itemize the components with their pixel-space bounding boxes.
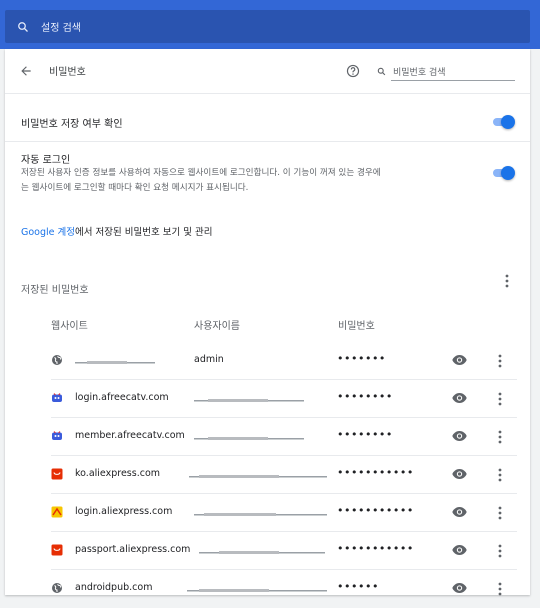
settings-search-input[interactable]: 설정 검색	[5, 10, 530, 43]
aliexpress-icon	[51, 468, 64, 481]
afreecatv-icon	[51, 392, 64, 405]
password-row: login.aliexpress.com •••••••••••	[51, 494, 517, 532]
eye-icon[interactable]	[452, 544, 468, 558]
redacted-username	[199, 547, 325, 554]
redacted-username	[189, 471, 327, 478]
redacted-username	[187, 585, 327, 592]
offer-to-save-row: 비밀번호 저장 여부 확인	[5, 93, 530, 141]
site-name: login.aliexpress.com	[75, 506, 173, 517]
column-header-username: 사용자이름	[194, 321, 240, 332]
globe-icon	[51, 582, 64, 595]
search-icon	[17, 20, 31, 34]
site-name: ko.aliexpress.com	[75, 468, 161, 479]
site-name: login.afreecatv.com	[75, 392, 169, 403]
auto-signin-label: 자동 로그인	[21, 155, 71, 166]
more-vert-icon[interactable]	[497, 391, 503, 407]
eye-icon[interactable]	[452, 468, 468, 482]
password-search-input[interactable]: 비밀번호 검색	[377, 62, 515, 81]
globe-icon	[51, 354, 64, 367]
eye-icon[interactable]	[452, 354, 468, 368]
redacted-username	[194, 509, 327, 516]
aliexpress-icon	[51, 544, 64, 557]
auto-signin-description-2: 는 웹사이트에 로그인할 때마다 확인 요청 메시지가 표시됩니다.	[21, 183, 249, 193]
password-value: ••••••••	[337, 428, 393, 441]
username: admin	[194, 354, 224, 365]
search-icon	[377, 67, 389, 76]
search-underline	[391, 80, 515, 81]
password-row: ko.aliexpress.com •••••••••••	[51, 456, 517, 494]
search-placeholder: 설정 검색	[41, 23, 81, 34]
password-row: androidpub.com ••••••	[51, 570, 517, 608]
auto-signin-description-1: 저장된 사용자 인증 정보를 사용하여 자동으로 웹사이트에 로그인합니다. 이…	[21, 168, 381, 178]
password-value: •••••••••••	[337, 466, 414, 479]
password-search-placeholder: 비밀번호 검색	[393, 67, 446, 78]
password-value: •••••••••••	[337, 504, 414, 517]
password-value: ••••••••	[337, 390, 393, 403]
password-row: passport.aliexpress.com •••••••••••	[51, 532, 517, 570]
offer-to-save-toggle[interactable]	[491, 115, 515, 129]
site-name: member.afreecatv.com	[75, 430, 185, 441]
top-bar: 설정 검색	[0, 0, 540, 49]
auto-signin-row: 자동 로그인 저장된 사용자 인증 정보를 사용하여 자동으로 웹사이트에 로그…	[5, 141, 530, 201]
page-title: 비밀번호	[49, 67, 86, 78]
auto-signin-toggle[interactable]	[491, 166, 515, 180]
google-account-text: 에서 저장된 비밀번호 보기 및 관리	[75, 227, 213, 238]
password-value: •••••••••••	[337, 542, 414, 555]
password-row: member.afreecatv.com ••••••••	[51, 418, 517, 456]
more-vert-icon[interactable]	[497, 429, 503, 445]
password-value: •••••••	[337, 352, 386, 365]
password-row: login.afreecatv.com ••••••••	[51, 380, 517, 418]
more-vert-icon[interactable]	[497, 467, 503, 483]
column-header-password: 비밀번호	[338, 321, 375, 332]
more-vert-icon[interactable]	[497, 505, 503, 521]
saved-passwords-heading: 저장된 비밀번호	[21, 285, 89, 296]
site-name: passport.aliexpress.com	[75, 544, 191, 555]
eye-icon[interactable]	[452, 506, 468, 520]
password-row: admin •••••••	[51, 342, 517, 380]
eye-icon[interactable]	[452, 392, 468, 406]
eye-icon[interactable]	[452, 430, 468, 444]
google-account-link[interactable]: Google 계정	[21, 227, 75, 238]
aliexpress-login-icon	[51, 506, 64, 519]
column-header-website: 웹사이트	[51, 321, 88, 332]
site-name: androidpub.com	[75, 582, 153, 593]
redacted-site	[75, 357, 155, 364]
more-vert-icon[interactable]	[504, 273, 510, 289]
redacted-username	[194, 395, 304, 402]
back-arrow-icon[interactable]	[19, 63, 35, 79]
offer-to-save-label: 비밀번호 저장 여부 확인	[21, 119, 123, 130]
afreecatv-icon	[51, 430, 64, 443]
help-icon[interactable]	[346, 63, 361, 78]
eye-icon[interactable]	[452, 582, 468, 596]
google-account-row: Google 계정에서 저장된 비밀번호 보기 및 관리	[5, 224, 530, 240]
more-vert-icon[interactable]	[497, 543, 503, 559]
password-value: ••••••	[337, 580, 379, 593]
more-vert-icon[interactable]	[497, 353, 503, 369]
page-header: 비밀번호 비밀번호 검색	[5, 49, 530, 93]
passwords-card: 비밀번호 비밀번호 검색 비밀번호 저장 여부 확인 자동 로그인 저장된 사용…	[5, 49, 530, 596]
redacted-username	[194, 433, 304, 440]
